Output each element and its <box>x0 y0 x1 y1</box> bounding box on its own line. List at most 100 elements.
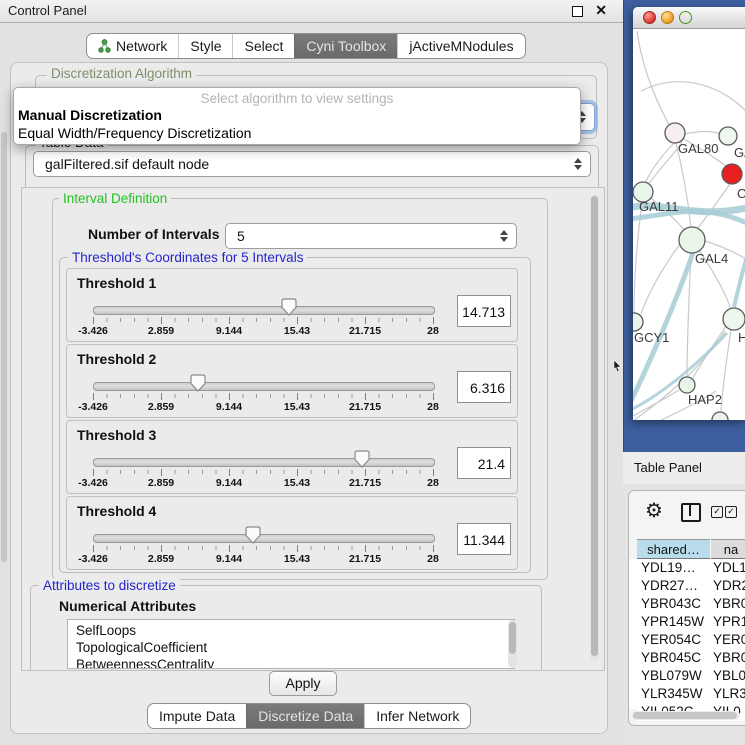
attributes-scrollbar[interactable] <box>508 620 517 668</box>
slider-tick-label: 15.43 <box>284 477 310 489</box>
slider-tick-label: -3.426 <box>78 401 108 413</box>
threshold-value-field[interactable]: 6.316 <box>457 371 511 403</box>
slider-track[interactable] <box>93 458 435 467</box>
thresholds-group: Threshold's Coordinates for 5 Intervals … <box>59 257 531 573</box>
table-horizontal-scrollbar[interactable] <box>632 711 740 720</box>
tab-cyni-toolbox[interactable]: Cyni Toolbox <box>294 34 397 58</box>
slider-thumb[interactable] <box>190 374 206 392</box>
slider-major-tick <box>229 393 230 400</box>
network-graph[interactable]: GAL80GACGAL11GAL4GCY1HHAP2 <box>633 29 745 420</box>
apply-button[interactable]: Apply <box>269 671 337 696</box>
network-node[interactable] <box>712 412 728 420</box>
network-edge <box>637 31 669 125</box>
attribute-list-item[interactable]: BetweennessCentrality <box>76 656 514 669</box>
network-icon <box>98 39 111 53</box>
slider-major-tick <box>365 393 366 400</box>
slider-tick-label: 2.859 <box>148 401 174 413</box>
network-node-hap2[interactable] <box>679 377 695 393</box>
table-cell[interactable]: YER0 <box>711 631 745 649</box>
table-cell[interactable]: YDR2 <box>711 577 745 595</box>
network-node-label: C <box>737 186 745 201</box>
network-node-gal80[interactable] <box>665 123 685 143</box>
network-node-ga[interactable] <box>719 127 737 145</box>
table-cell[interactable]: YBR0 <box>711 649 745 667</box>
column-header-shared-name[interactable]: shared… <box>637 539 710 559</box>
table-cell[interactable]: YBR045C <box>637 649 715 667</box>
numerical-attributes-list[interactable]: SelfLoopsTopologicalCoefficientBetweenne… <box>67 619 515 669</box>
algorithm-option[interactable]: Equal Width/Frequency Discretization <box>14 124 580 142</box>
slider-track[interactable] <box>93 382 435 391</box>
tab-style[interactable]: Style <box>178 34 232 58</box>
table-cell[interactable]: YBL0 <box>711 667 745 685</box>
table-panel-area: ⚙ ✓ ✓ shared…na YDL19…YDL1YDR27…YDR2YBR0… <box>623 484 745 745</box>
checkbox-icon[interactable]: ✓ <box>711 506 723 518</box>
table-cell[interactable]: YDL19… <box>637 559 715 577</box>
slider-track[interactable] <box>93 306 435 315</box>
algorithm-option[interactable]: Manual Discretization <box>14 106 580 124</box>
slider-thumb[interactable] <box>354 450 370 468</box>
table-data-combobox[interactable]: galFiltered.sif default node <box>33 151 591 177</box>
combo-arrows-icon <box>500 230 508 242</box>
table-cell[interactable]: YDR27… <box>637 577 715 595</box>
column-header-name[interactable]: na <box>711 539 745 559</box>
table-cell[interactable]: YPR145W <box>637 613 715 631</box>
checkbox-icon[interactable]: ✓ <box>725 506 737 518</box>
bottom-tab-impute-data[interactable]: Impute Data <box>148 704 246 728</box>
network-node-c[interactable] <box>722 164 742 184</box>
table-cell[interactable]: YBR043C <box>637 595 715 613</box>
table-cell[interactable]: YBR0 <box>711 595 745 613</box>
slider-thumb[interactable] <box>281 298 297 316</box>
tab-network[interactable]: Network <box>87 34 178 58</box>
slider-tick-label: 28 <box>427 401 439 413</box>
network-window[interactable]: GAL80GACGAL11GAL4GCY1HHAP2 <box>633 7 745 420</box>
attribute-list-item[interactable]: SelfLoops <box>76 622 514 639</box>
table-cell[interactable]: YLR3 <box>711 685 745 703</box>
table-cell[interactable]: YDL1 <box>711 559 745 577</box>
slider-major-tick <box>93 469 94 476</box>
network-node-gcy1[interactable] <box>633 313 643 331</box>
bottom-tab-discretize-data[interactable]: Discretize Data <box>246 704 364 728</box>
zoom-traffic-light-icon[interactable] <box>679 11 692 24</box>
attributes-group-title: Attributes to discretize <box>39 578 180 593</box>
threshold-value-field[interactable]: 14.713 <box>457 295 511 327</box>
table-cell[interactable]: YBL079W <box>637 667 715 685</box>
table-cell[interactable]: YER054C <box>637 631 715 649</box>
close-traffic-light-icon[interactable] <box>643 11 656 24</box>
split-pane-icon[interactable] <box>681 503 701 522</box>
attribute-list-item[interactable]: TopologicalCoefficient <box>76 639 514 656</box>
close-icon[interactable]: ✕ <box>595 2 607 19</box>
float-window-icon[interactable] <box>572 6 583 17</box>
network-node-h[interactable] <box>723 308 745 330</box>
node-table-container: ⚙ ✓ ✓ shared…na YDL19…YDL1YDR27…YDR2YBR0… <box>628 490 745 726</box>
tab-label: Network <box>116 38 167 54</box>
slider-track[interactable] <box>93 534 435 543</box>
bottom-tab-infer-network[interactable]: Infer Network <box>364 704 470 728</box>
tab-label: Select <box>244 38 283 54</box>
cyni-toolbox-panel: Discretization Algorithm Select algorith… <box>10 62 608 734</box>
slider-minor-ticks <box>93 318 434 322</box>
slider-tick-label: 2.859 <box>148 553 174 565</box>
network-window-titlebar[interactable] <box>633 7 745 29</box>
network-node-gal4[interactable] <box>679 227 705 253</box>
table-cell[interactable]: YLR345W <box>637 685 715 703</box>
table-cell[interactable]: YPR1 <box>711 613 745 631</box>
tab-jactivemnodules[interactable]: jActiveMNodules <box>397 34 524 58</box>
outer-left-scrollbar[interactable] <box>0 62 8 732</box>
slider-major-tick <box>229 469 230 476</box>
network-node-label: H <box>738 330 745 345</box>
tab-label: Style <box>190 38 221 54</box>
slider-tick-label: 9.144 <box>216 477 242 489</box>
slider-tick-label: 9.144 <box>216 401 242 413</box>
minimize-traffic-light-icon[interactable] <box>661 11 674 24</box>
slider-thumb[interactable] <box>245 526 261 544</box>
slider-major-tick <box>365 317 366 324</box>
gear-icon[interactable]: ⚙ <box>645 498 663 523</box>
slider-major-tick <box>229 545 230 552</box>
slider-major-tick <box>433 545 434 552</box>
threshold-value-field[interactable]: 21.4 <box>457 447 511 479</box>
threshold-value-field[interactable]: 11.344 <box>457 523 511 555</box>
tab-select[interactable]: Select <box>232 34 294 58</box>
network-canvas[interactable]: GAL80GACGAL11GAL4GCY1HHAP2 <box>633 29 745 420</box>
number-of-intervals-combobox[interactable]: 5 <box>225 223 517 249</box>
panel-vertical-scrollbar[interactable] <box>590 194 599 662</box>
